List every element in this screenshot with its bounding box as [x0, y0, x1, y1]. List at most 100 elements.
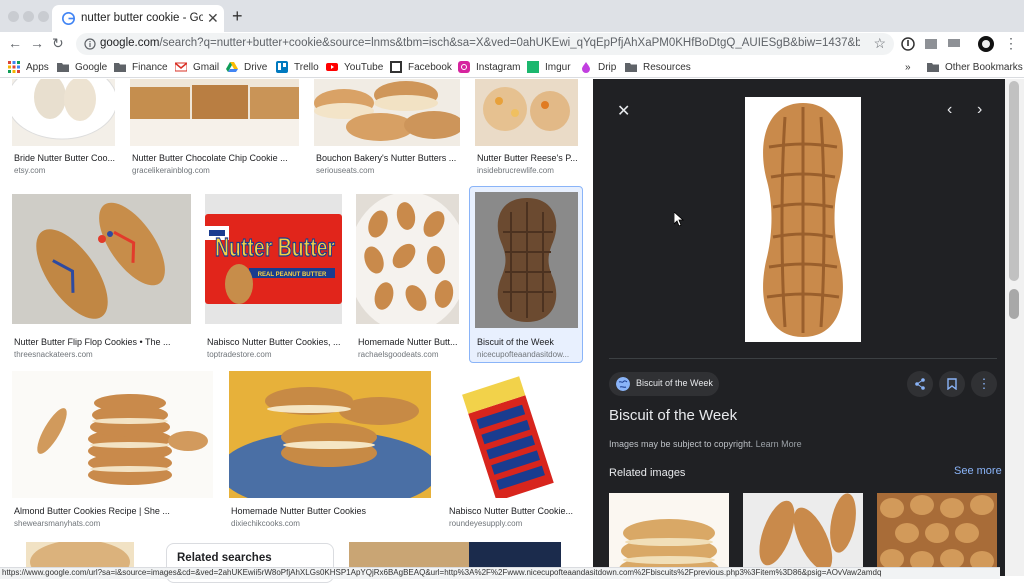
- panel-divider: [609, 358, 997, 359]
- new-tab-button[interactable]: +: [232, 6, 243, 27]
- result-image[interactable]: [314, 79, 460, 146]
- reload-icon[interactable]: ↻: [52, 35, 64, 52]
- share-button[interactable]: [907, 371, 933, 397]
- facebook-icon: [390, 61, 402, 73]
- bookmarks-bar: Apps Google Finance Gmail Drive Trello Y…: [0, 56, 1024, 78]
- preview-title[interactable]: Biscuit of the Week: [609, 407, 737, 424]
- result-source: insidebrucrewlife.com: [477, 166, 554, 175]
- bookmark-imgur[interactable]: Imgur: [527, 59, 571, 75]
- related-image[interactable]: [609, 493, 729, 576]
- bookmark-star-icon[interactable]: ☆: [873, 35, 886, 52]
- packaging-brand-text: Nutter Butter: [215, 232, 335, 262]
- page-scrollbar[interactable]: [1005, 79, 1024, 576]
- comment-extension-icon[interactable]: [947, 37, 961, 51]
- info-icon[interactable]: [84, 38, 96, 50]
- result-tile[interactable]: Bouchon Bakery's Nutter Butters ... seri…: [314, 79, 461, 176]
- result-image[interactable]: [229, 371, 431, 498]
- minimize-window-button[interactable]: [23, 11, 34, 22]
- close-panel-icon[interactable]: ✕: [617, 101, 630, 121]
- result-source: toptradestore.com: [207, 350, 272, 359]
- result-source: rachaelsgoodeats.com: [358, 350, 439, 359]
- more-vert-icon: ⋮: [977, 376, 991, 391]
- tab-title: nutter butter cookie - Google S: [81, 12, 203, 24]
- result-source: roundeyesupply.com: [449, 519, 523, 528]
- result-image[interactable]: [447, 371, 578, 498]
- result-tile[interactable]: Nutter Butter Flip Flop Cookies • The ..…: [12, 194, 192, 364]
- back-icon[interactable]: ←: [8, 35, 22, 51]
- imgur-icon: [527, 61, 539, 73]
- result-tile[interactable]: Nutter Butter Reese's P... insidebrucrew…: [475, 79, 579, 176]
- bookmark-resources[interactable]: Resources: [625, 59, 691, 75]
- close-window-button[interactable]: [8, 11, 19, 22]
- save-button[interactable]: [939, 371, 965, 397]
- result-tile[interactable]: Homemade Nutter Butter Cookies dixiechik…: [229, 371, 432, 536]
- bookmark-apps[interactable]: Apps: [8, 59, 49, 75]
- bookmark-finance[interactable]: Finance: [114, 59, 168, 75]
- bookmark-google[interactable]: Google: [57, 59, 107, 75]
- source-chip-label: Biscuit of the Week: [636, 378, 713, 388]
- more-options-button[interactable]: ⋮: [971, 371, 997, 397]
- bookmark-drip[interactable]: Drip: [580, 59, 616, 75]
- result-image[interactable]: [475, 192, 578, 328]
- profile-avatar[interactable]: [978, 36, 994, 52]
- active-tab[interactable]: nutter butter cookie - Google S ✕: [52, 5, 224, 32]
- image-results-grid: Bride Nutter Butter Coo... etsy.com Nutt…: [0, 79, 593, 576]
- bookmark-youtube[interactable]: YouTube: [326, 59, 383, 75]
- result-caption: Homemade Nutter Butter Cookies: [231, 506, 367, 516]
- learn-more-link[interactable]: Learn More: [756, 439, 802, 449]
- result-tile[interactable]: Nutter Butter REAL PEANUT BUTTER Nabisco…: [205, 194, 343, 364]
- bookmark-drive[interactable]: Drive: [226, 59, 267, 75]
- packaging-sub-text: REAL PEANUT BUTTER: [258, 272, 327, 278]
- apps-grid-icon: [8, 61, 20, 73]
- forward-icon[interactable]: →: [30, 35, 44, 51]
- result-tile[interactable]: Nutter Butter Chocolate Chip Cookie ... …: [130, 79, 300, 176]
- result-image[interactable]: [475, 79, 578, 146]
- folder-icon: [927, 63, 939, 72]
- bookmark-gmail[interactable]: Gmail: [175, 59, 219, 75]
- result-tile[interactable]: Bride Nutter Butter Coo... etsy.com: [12, 79, 116, 176]
- scrollbar-track-region: [1009, 81, 1019, 281]
- result-caption: Nutter Butter Flip Flop Cookies • The ..…: [14, 337, 171, 347]
- result-image[interactable]: [130, 79, 299, 146]
- close-tab-icon[interactable]: ✕: [207, 10, 219, 27]
- result-image[interactable]: [356, 194, 459, 324]
- result-source: etsy.com: [14, 166, 46, 175]
- extension-icon[interactable]: [901, 37, 915, 51]
- related-image[interactable]: [743, 493, 863, 576]
- result-source: dixiechikcooks.com: [231, 519, 300, 528]
- preview-image[interactable]: [745, 97, 861, 342]
- code-extension-icon[interactable]: [924, 37, 938, 51]
- related-image[interactable]: [877, 493, 997, 576]
- result-image[interactable]: [12, 79, 115, 146]
- bookmark-instagram[interactable]: Instagram: [458, 59, 520, 75]
- bookmark-trello[interactable]: Trello: [276, 59, 319, 75]
- result-image[interactable]: [12, 194, 191, 324]
- see-more-link[interactable]: See more: [954, 465, 1002, 477]
- maximize-window-button[interactable]: [38, 11, 49, 22]
- result-caption: Bouchon Bakery's Nutter Butters ...: [316, 153, 457, 163]
- address-bar[interactable]: google.com/search?q=nutter+butter+cookie…: [76, 33, 894, 55]
- result-tile[interactable]: Almond Butter Cookies Recipe | She ... s…: [12, 371, 214, 536]
- folder-icon: [114, 63, 126, 72]
- previous-image-icon[interactable]: ‹: [947, 101, 952, 119]
- result-source: seriouseats.com: [316, 166, 375, 175]
- result-image[interactable]: [12, 371, 213, 498]
- result-image[interactable]: Nutter Butter REAL PEANUT BUTTER: [205, 194, 342, 324]
- result-tile[interactable]: Homemade Nutter Butt... rachaelsgoodeats…: [356, 194, 460, 364]
- scrollbar-thumb[interactable]: [1009, 289, 1019, 319]
- drive-icon: [226, 62, 238, 72]
- drip-icon: [582, 62, 590, 73]
- google-favicon-icon: [62, 12, 75, 25]
- result-caption: Almond Butter Cookies Recipe | She ...: [14, 506, 170, 516]
- bookmark-facebook[interactable]: Facebook: [390, 59, 452, 75]
- result-tile[interactable]: Nabisco Nutter Butter Cookie... roundeye…: [447, 371, 579, 536]
- globe-icon: [616, 377, 630, 391]
- result-caption: Nabisco Nutter Butter Cookies, ...: [207, 337, 341, 347]
- result-source: threesnackateers.com: [14, 350, 93, 359]
- bookmarks-overflow-button[interactable]: »: [905, 59, 911, 75]
- next-image-icon[interactable]: ›: [977, 101, 982, 119]
- bookmark-other-bookmarks[interactable]: Other Bookmarks: [927, 59, 1023, 75]
- source-chip[interactable]: Biscuit of the Week: [609, 372, 719, 396]
- menu-kebab-icon[interactable]: ⋮: [1004, 35, 1018, 52]
- result-tile-selected[interactable]: Biscuit of the Week nicecupofteaandasitd…: [469, 186, 583, 363]
